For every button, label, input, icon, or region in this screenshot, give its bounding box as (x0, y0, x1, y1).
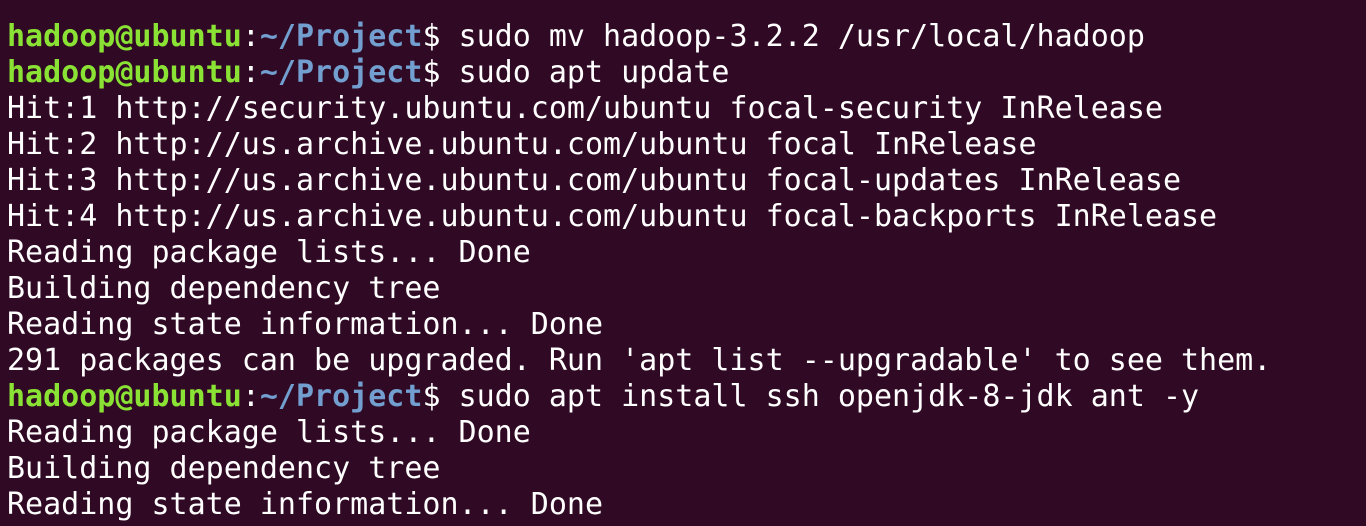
prompt-user-host: hadoop@ubuntu (7, 55, 242, 90)
prompt-separator: : (241, 379, 260, 414)
prompt-user-host: hadoop@ubuntu (7, 19, 242, 54)
terminal-window[interactable]: hadoop@ubuntu:~/Project$ sudo mv hadoop-… (0, 0, 1366, 526)
prompt-symbol: $ (422, 379, 459, 414)
output-line: Building dependency tree (7, 451, 441, 486)
command-text: sudo mv hadoop-3.2.2 /usr/local/hadoop (458, 19, 1145, 54)
output-line: Reading state information... Done (7, 307, 604, 342)
prompt-path: ~/Project (259, 379, 423, 414)
prompt-line: hadoop@ubuntu:~/Project$ sudo mv hadoop-… (7, 19, 1366, 55)
output-line: Reading package lists... Done (7, 415, 531, 450)
output-line: Reading package lists... Done (7, 235, 531, 270)
prompt-symbol: $ (422, 19, 459, 54)
prompt-line: hadoop@ubuntu:~/Project$ sudo apt update (7, 55, 1366, 91)
output-line: Reading state information... Done (7, 487, 604, 522)
prompt-path: ~/Project (259, 55, 423, 90)
prompt-user-host: hadoop@ubuntu (7, 379, 242, 414)
prompt-path: ~/Project (259, 19, 423, 54)
prompt-symbol: $ (422, 55, 459, 90)
output-line: Hit:4 http://us.archive.ubuntu.com/ubunt… (7, 199, 1218, 234)
command-text: sudo apt update (458, 55, 730, 90)
prompt-separator: : (241, 19, 260, 54)
output-line: Hit:3 http://us.archive.ubuntu.com/ubunt… (7, 163, 1181, 198)
output-line: Hit:2 http://us.archive.ubuntu.com/ubunt… (7, 127, 1037, 162)
prompt-separator: : (241, 55, 260, 90)
prompt-line: hadoop@ubuntu:~/Project$ sudo apt instal… (7, 379, 1366, 415)
output-line: Hit:1 http://security.ubuntu.com/ubuntu … (7, 91, 1163, 126)
command-text: sudo apt install ssh openjdk-8-jdk ant -… (458, 379, 1200, 414)
output-line: 291 packages can be upgraded. Run 'apt l… (7, 343, 1272, 378)
output-line: Building dependency tree (7, 271, 441, 306)
